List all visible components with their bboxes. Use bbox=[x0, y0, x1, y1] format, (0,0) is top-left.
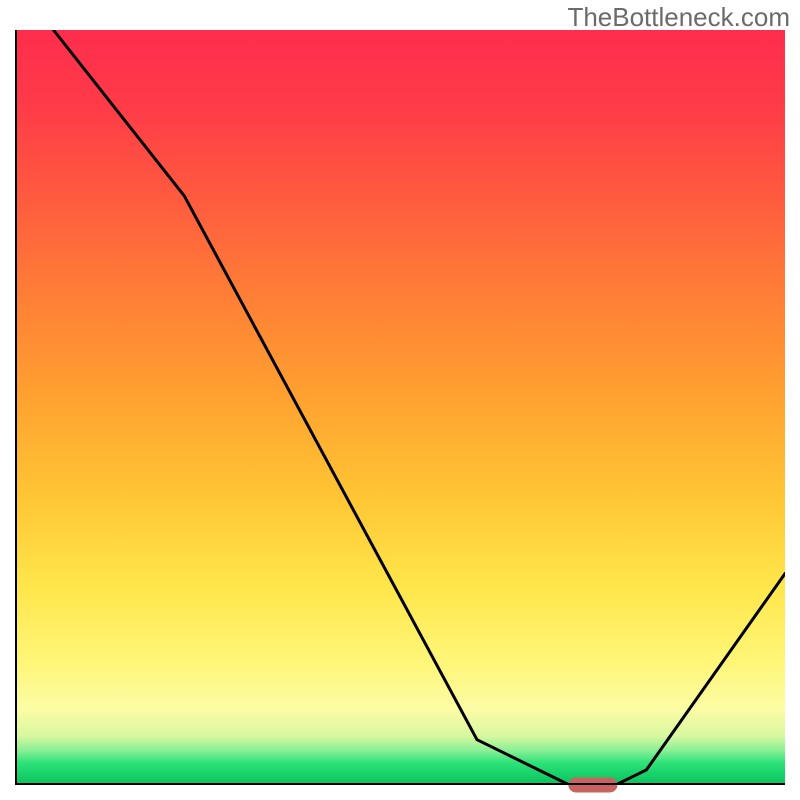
chart-marker bbox=[568, 777, 617, 792]
watermark-text: TheBottleneck.com bbox=[567, 2, 790, 33]
chart-background-gradient bbox=[15, 30, 785, 785]
chart-area bbox=[15, 30, 785, 785]
